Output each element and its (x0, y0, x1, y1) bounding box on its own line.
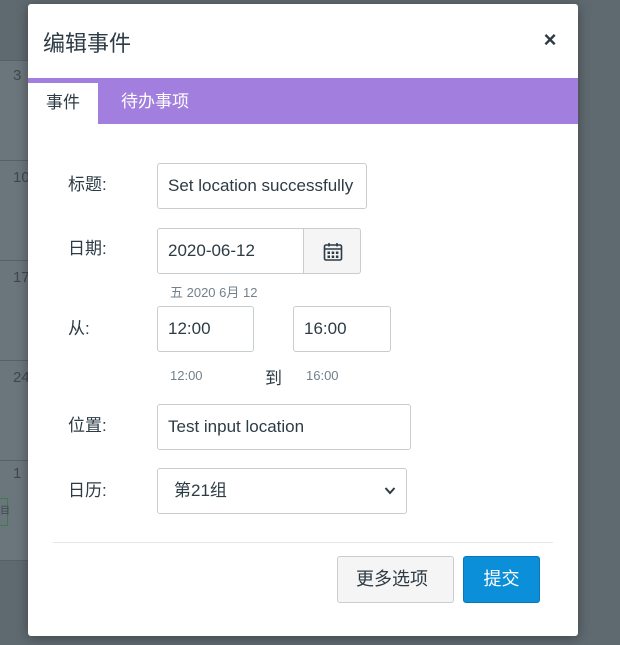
from-label: 从: (68, 319, 90, 338)
more-options-button[interactable]: 更多选项 (337, 556, 454, 603)
date-label: 日期: (68, 239, 107, 258)
calendar-select[interactable]: 第21组 (157, 468, 407, 514)
calendar-picker-button[interactable] (303, 228, 361, 274)
end-time-hint: 16:00 (306, 368, 339, 383)
calendar-cell: 3 (0, 60, 30, 160)
calendar-select-value: 第21组 (174, 481, 227, 500)
dialog-title: 编辑事件 (43, 31, 132, 56)
start-time-hint: 12:00 (170, 368, 203, 383)
title-label: 标题: (68, 175, 107, 194)
calendar-icon (323, 243, 343, 261)
end-time-input[interactable]: 16:00 (293, 306, 391, 352)
calendar-cell (0, 560, 30, 645)
chevron-down-icon (384, 469, 396, 513)
tab-event[interactable]: 事件 (28, 80, 98, 124)
start-time-input[interactable]: 12:00 (157, 306, 254, 352)
date-input[interactable]: 2020-06-12 (157, 228, 305, 274)
calendar-label: 日历: (68, 481, 107, 500)
submit-button[interactable]: 提交 (463, 556, 540, 603)
day-number: 3 (13, 67, 22, 84)
calendar-cell: 10 (0, 160, 30, 260)
tab-bar: 事件 待办事项 (28, 78, 578, 124)
footer-divider (53, 542, 553, 543)
edit-event-dialog: 编辑事件 × 事件 待办事项 标题: Set location successf… (28, 4, 578, 636)
to-label: 到 (265, 369, 282, 388)
calendar-cell: 24 (0, 360, 30, 460)
day-number: 1 (13, 465, 22, 482)
location-input[interactable]: Test input location (157, 404, 411, 450)
title-input[interactable]: Set location successfully (157, 163, 367, 209)
close-icon[interactable]: × (540, 29, 560, 51)
calendar-event-chip[interactable]: 目 (0, 498, 10, 526)
calendar-cell: 17 (0, 260, 30, 360)
tab-todo[interactable]: 待办事项 (103, 80, 207, 124)
location-label: 位置: (68, 416, 107, 435)
date-hint: 五 2020 6月 12 (170, 285, 258, 300)
